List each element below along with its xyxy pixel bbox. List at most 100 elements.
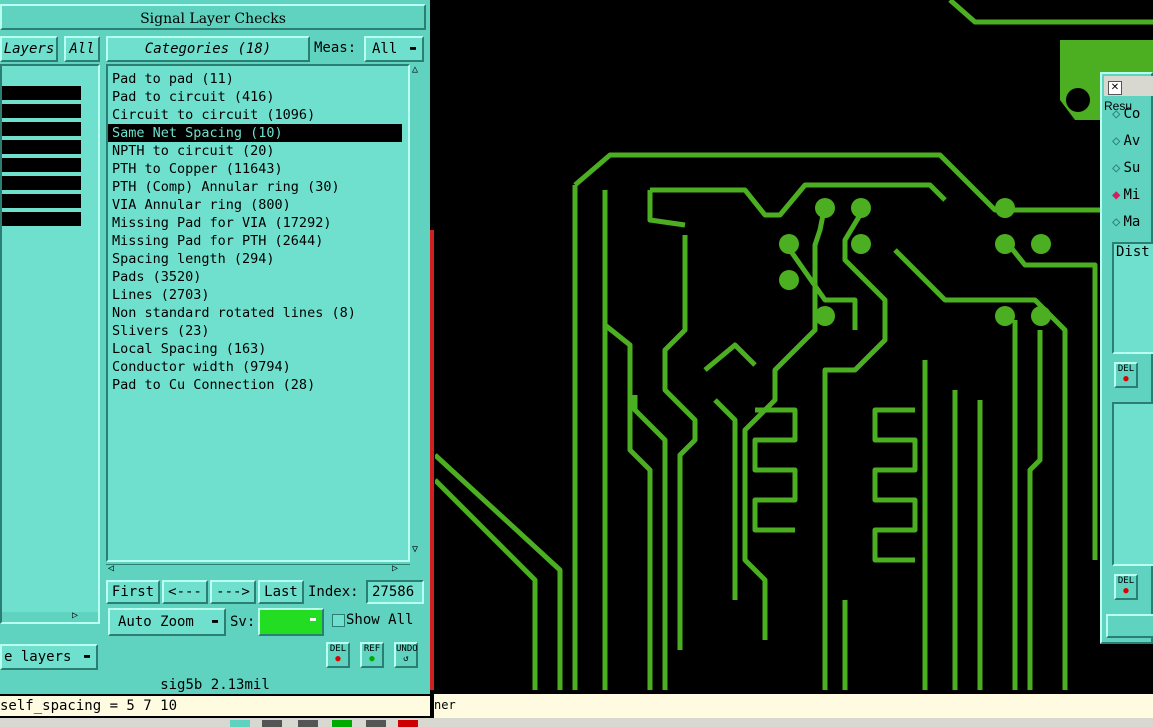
category-item[interactable]: Missing Pad for VIA (17292): [108, 214, 408, 232]
close-icon[interactable]: ✕: [1108, 81, 1122, 95]
delete-icon[interactable]: DEL ●: [1114, 574, 1138, 600]
prev-button[interactable]: <---: [162, 580, 208, 604]
toolbar-icon[interactable]: [298, 720, 318, 727]
next-button[interactable]: --->: [210, 580, 256, 604]
category-item[interactable]: VIA Annular ring (800): [108, 196, 408, 214]
layer-item[interactable]: [2, 86, 81, 100]
categories-vscrollbar[interactable]: △ ▽: [410, 64, 426, 562]
category-item[interactable]: Lines (2703): [108, 286, 408, 304]
radio-option[interactable]: ◇ Co: [1112, 104, 1153, 131]
layers-all-button[interactable]: All: [64, 36, 100, 62]
splitter[interactable]: [430, 230, 434, 690]
signal-layer-checks-panel: Signal Layer Checks Layers All ▷ e layer…: [0, 0, 430, 693]
toolbar-icon[interactable]: [262, 720, 282, 727]
undo-label: UNDO: [396, 644, 418, 654]
category-item[interactable]: Same Net Spacing (10): [108, 124, 402, 142]
category-item[interactable]: PTH (Comp) Annular ring (30): [108, 178, 408, 196]
category-item[interactable]: Pad to pad (11): [108, 70, 408, 88]
meas-dropdown[interactable]: All ▬: [364, 36, 424, 62]
layers-header[interactable]: Layers: [0, 36, 58, 62]
categories-hscrollbar[interactable]: ◁ ▷: [106, 563, 410, 577]
categories-header[interactable]: Categories (18): [106, 36, 310, 62]
layers-dropdown-label: e layers: [4, 649, 72, 665]
distance-field[interactable]: Dist: [1112, 242, 1153, 354]
via-pad: [851, 234, 871, 254]
layer-item[interactable]: [2, 122, 81, 136]
command-line[interactable]: self_spacing = 5 7 10: [0, 696, 430, 716]
radio-diamond-icon[interactable]: ◇: [1112, 106, 1120, 122]
radio-option[interactable]: ◆ Mi: [1112, 185, 1153, 212]
category-item[interactable]: Pad to Cu Connection (28): [108, 376, 408, 394]
category-item[interactable]: Pads (3520): [108, 268, 408, 286]
scroll-left-arrow-icon[interactable]: ◁: [108, 563, 114, 574]
via-pad: [995, 234, 1015, 254]
radio-option[interactable]: ◇ Su: [1112, 158, 1153, 185]
toolbar-icon[interactable]: [230, 720, 250, 727]
category-item[interactable]: Pad to circuit (416): [108, 88, 408, 106]
radio-option[interactable]: ◇ Ma: [1112, 212, 1153, 239]
scroll-up-arrow-icon[interactable]: △: [412, 64, 418, 75]
layer-item[interactable]: [2, 158, 81, 172]
layer-info: sig5b 2.13mil: [0, 676, 430, 694]
category-item[interactable]: Slivers (23): [108, 322, 408, 340]
layer-item[interactable]: [2, 212, 81, 226]
radio-diamond-icon[interactable]: ◇: [1112, 133, 1120, 149]
layer-item[interactable]: [2, 194, 81, 208]
category-item[interactable]: Conductor width (9794): [108, 358, 408, 376]
pcb-board-view[interactable]: [435, 0, 1153, 690]
radio-option-label: Su: [1123, 160, 1141, 176]
show-all-label: Show All: [346, 612, 414, 628]
via-pad: [995, 198, 1015, 218]
category-item[interactable]: Local Spacing (163): [108, 340, 408, 358]
bottom-toolbar: [0, 718, 1153, 727]
refresh-icon[interactable]: REF ●: [360, 642, 384, 668]
category-item[interactable]: Non standard rotated lines (8): [108, 304, 408, 322]
undo-icon[interactable]: UNDO ↺: [394, 642, 418, 668]
delete-label: DEL: [1117, 364, 1135, 374]
radio-diamond-icon[interactable]: ◇: [1112, 214, 1120, 230]
dropdown-icon: ▬: [409, 43, 416, 54]
scroll-down-arrow-icon[interactable]: ▽: [412, 544, 418, 555]
show-all-checkbox[interactable]: [332, 614, 345, 627]
layers-dropdown[interactable]: e layers ▬: [0, 644, 98, 670]
toolbar-icon[interactable]: [398, 720, 418, 727]
refresh-label: REF: [363, 644, 381, 654]
category-item[interactable]: Circuit to circuit (1096): [108, 106, 408, 124]
category-item[interactable]: PTH to Copper (11643): [108, 160, 408, 178]
layers-list[interactable]: ▷: [0, 64, 100, 624]
layer-item[interactable]: [2, 104, 81, 118]
toolbar-icon[interactable]: [332, 720, 352, 727]
dialog-titlebar[interactable]: ✕ Resu: [1104, 76, 1153, 113]
dropdown-icon: ▬: [83, 651, 90, 662]
radio-diamond-icon[interactable]: ◇: [1112, 160, 1120, 176]
radio-diamond-icon[interactable]: ◆: [1112, 187, 1120, 203]
delete-label: DEL: [1117, 576, 1135, 586]
category-item[interactable]: Missing Pad for PTH (2644): [108, 232, 408, 250]
auto-zoom-dropdown[interactable]: Auto Zoom ▬: [108, 608, 226, 636]
layer-item[interactable]: [2, 176, 81, 190]
scroll-right-arrow-icon[interactable]: ▷: [72, 610, 78, 621]
results-dialog: ✕ Resu ◇ Co ◇ Av ◇ Su ◆ Mi ◇ Ma Dist DEL ● DEL ●: [1100, 72, 1153, 644]
dialog-button[interactable]: [1106, 614, 1153, 638]
categories-list[interactable]: Pad to pad (11) Pad to circuit (416) Circu…: [106, 64, 410, 562]
radio-option-label: Ma: [1123, 214, 1141, 230]
via-pad: [779, 234, 799, 254]
via-pad: [815, 306, 835, 326]
sv-label: Sv:: [230, 614, 256, 630]
category-item[interactable]: Spacing length (294): [108, 250, 408, 268]
radio-option[interactable]: ◇ Av: [1112, 131, 1153, 158]
via-pad: [851, 198, 871, 218]
category-item[interactable]: NPTH to circuit (20): [108, 142, 408, 160]
distance-label: Dist: [1116, 244, 1150, 260]
last-button[interactable]: Last: [258, 580, 304, 604]
layer-item[interactable]: [2, 140, 81, 154]
dropdown-icon: ▬: [309, 614, 316, 625]
delete-icon[interactable]: DEL ●: [1114, 362, 1138, 388]
scroll-right-arrow-icon[interactable]: ▷: [392, 563, 398, 574]
toolbar-icon[interactable]: [366, 720, 386, 727]
layers-hscrollbar[interactable]: [2, 612, 98, 622]
first-button[interactable]: First: [106, 580, 160, 604]
index-input[interactable]: 27586: [366, 580, 424, 604]
severity-color-dropdown[interactable]: ▬: [258, 608, 324, 636]
delete-icon[interactable]: DEL ●: [326, 642, 350, 668]
